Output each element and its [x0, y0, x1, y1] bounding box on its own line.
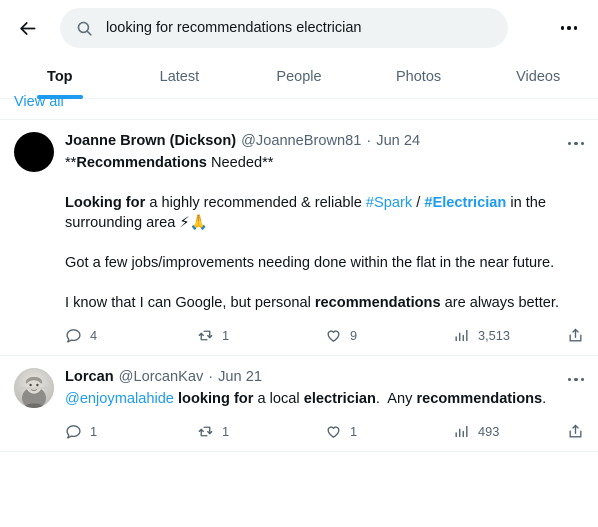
- retweet-icon: [198, 330, 213, 341]
- tab-people[interactable]: People: [239, 56, 359, 98]
- tweet-link[interactable]: #Electrician: [424, 195, 506, 211]
- tweet-display-name[interactable]: Joanne Brown (Dickson): [65, 132, 236, 151]
- tweet-more-options-icon[interactable]: [560, 370, 584, 389]
- share-button[interactable]: [567, 423, 584, 440]
- tweet-handle[interactable]: @LorcanKav: [119, 368, 204, 387]
- tab-videos-label: Videos: [516, 69, 561, 85]
- like-count: 1: [350, 424, 358, 440]
- tab-top-label: Top: [47, 69, 73, 85]
- like-button[interactable]: 1: [325, 423, 453, 440]
- share-icon: [569, 329, 582, 342]
- reply-count: 4: [90, 328, 98, 344]
- search-tabs: Top Latest People Photos Videos: [0, 56, 598, 99]
- tweet-handle[interactable]: @JoanneBrown81: [241, 132, 361, 151]
- tweet-header: Joanne Brown (Dickson) @JoanneBrown81 · …: [65, 132, 584, 153]
- twitter-search-results-page: looking for recommendations electrician …: [0, 0, 598, 527]
- views-button[interactable]: 3,513: [453, 327, 563, 344]
- tweet-text: @enjoymalahide looking for a local elect…: [65, 390, 547, 407]
- tweet-separator: ·: [366, 133, 372, 149]
- like-heart-icon: [327, 330, 340, 343]
- like-heart-icon: [327, 426, 340, 439]
- tweet-date[interactable]: Jun 24: [376, 132, 420, 151]
- tweet-body: Lorcan @LorcanKav · Jun 21 @enjoymalahid…: [65, 368, 584, 445]
- tab-photos-label: Photos: [396, 69, 442, 85]
- view-count: 3,513: [478, 328, 511, 344]
- view-count: 493: [478, 424, 500, 440]
- reply-icon: [66, 329, 81, 343]
- back-arrow-icon[interactable]: [10, 11, 44, 45]
- tweet-display-name[interactable]: Lorcan: [65, 368, 114, 387]
- tab-top[interactable]: Top: [0, 56, 120, 99]
- tab-photos[interactable]: Photos: [359, 56, 479, 98]
- reply-icon: [66, 425, 81, 439]
- reply-button[interactable]: 1: [65, 423, 197, 440]
- tweet-item[interactable]: Lorcan @LorcanKav · Jun 21 @enjoymalahid…: [0, 356, 598, 452]
- tweet-link[interactable]: @enjoymalahide: [65, 391, 174, 407]
- like-count: 9: [350, 328, 358, 344]
- tweet-actions: 1 1 1 493: [65, 419, 584, 445]
- tab-latest[interactable]: Latest: [120, 56, 240, 98]
- reply-button[interactable]: 4: [65, 327, 197, 344]
- tweet-body: Joanne Brown (Dickson) @JoanneBrown81 · …: [65, 132, 584, 349]
- tweet-date[interactable]: Jun 21: [218, 368, 262, 387]
- tweet-text: **Recommendations Needed** Looking for a…: [65, 154, 560, 311]
- view-all-link[interactable]: View all: [14, 95, 64, 110]
- emoji: ⚡🙏: [179, 213, 208, 231]
- like-button[interactable]: 9: [325, 327, 453, 344]
- retweet-count: 1: [222, 424, 230, 440]
- top-search-bar: looking for recommendations electrician: [0, 0, 598, 56]
- tweet-more-options-icon[interactable]: [560, 134, 584, 153]
- search-input-value: looking for recommendations electrician: [106, 20, 362, 36]
- tweet-header: Lorcan @LorcanKav · Jun 21: [65, 368, 584, 389]
- tweet-separator: ·: [208, 368, 214, 385]
- tweet-item[interactable]: Joanne Brown (Dickson) @JoanneBrown81 · …: [0, 120, 598, 356]
- views-bar-chart-icon: [455, 330, 468, 342]
- search-input[interactable]: looking for recommendations electrician: [60, 8, 508, 48]
- views-bar-chart-icon: [455, 426, 468, 438]
- retweet-button[interactable]: 1: [197, 423, 325, 440]
- tab-videos[interactable]: Videos: [478, 56, 598, 98]
- retweet-icon: [198, 426, 213, 437]
- view-all-strip: View all: [0, 95, 598, 120]
- tweet-link[interactable]: #Spark: [366, 195, 412, 211]
- avatar[interactable]: [14, 132, 54, 172]
- retweet-count: 1: [222, 328, 230, 344]
- avatar-photo: [14, 367, 54, 408]
- tweet-actions: 4 1 9 3,513: [65, 323, 584, 349]
- tab-people-label: People: [276, 69, 322, 85]
- tab-latest-label: Latest: [159, 69, 200, 85]
- more-options-icon[interactable]: [554, 13, 584, 43]
- search-icon: [77, 21, 92, 36]
- reply-count: 1: [90, 424, 98, 440]
- views-button[interactable]: 493: [453, 423, 563, 440]
- share-icon: [569, 425, 582, 438]
- avatar[interactable]: [14, 367, 54, 408]
- retweet-button[interactable]: 1: [197, 327, 325, 344]
- share-button[interactable]: [567, 327, 584, 344]
